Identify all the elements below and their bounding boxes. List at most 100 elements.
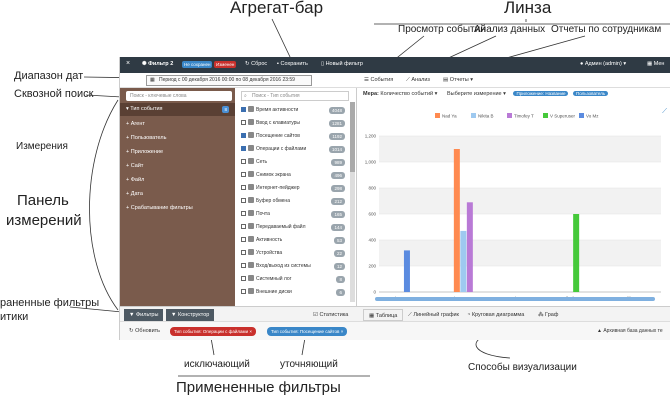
refresh-button[interactable]: ↻ Обновить (124, 326, 165, 336)
bar[interactable] (466, 202, 473, 292)
aggregate-search-input[interactable]: ⌕ Поиск - Тип события (241, 91, 349, 101)
vis-table[interactable]: ▦ Таблица (363, 309, 404, 321)
date-range-picker[interactable]: ▦ Период с 00 декабря 2016 00:00 по 08 д… (146, 75, 312, 86)
aggregate-checkbox[interactable] (241, 120, 246, 125)
aggregate-checkbox[interactable] (241, 107, 246, 112)
event-type-icon (248, 288, 254, 294)
vis-pie[interactable]: ◔ Круговая диаграмма (462, 309, 529, 321)
aggregate-scrollbar[interactable] (350, 102, 355, 302)
aggregate-checkbox[interactable] (241, 159, 246, 164)
aggregate-item[interactable]: Почта 165 (235, 208, 349, 221)
event-type-icon (248, 184, 254, 190)
archive-status: ▲ Архивная база данных те (597, 328, 663, 334)
dimension-item[interactable]: ▾ Тип события 8 (120, 103, 235, 116)
close-icon[interactable]: × (341, 329, 344, 334)
vis-graph[interactable]: ⁂ Граф (533, 309, 563, 321)
tab-analysis[interactable]: ⟋ Анализ (406, 77, 430, 84)
aggregate-item[interactable]: Операции с файлами 1014 (235, 143, 349, 156)
aggregate-item[interactable]: Посещение сайтов 1192 (235, 130, 349, 143)
dimension-item[interactable]: + Сайт (120, 160, 235, 173)
top-toolbar: × ✺ Фильтр 2 Не сохранен Изменен ↻ Сброс… (120, 57, 670, 73)
aggregate-checkbox[interactable] (241, 172, 246, 177)
tab-constructor[interactable]: ▼ Конструктор (166, 309, 215, 321)
new-filter-button[interactable]: ▯ Новый фильтр (321, 61, 363, 67)
aggregate-label: Системный лог (256, 276, 292, 282)
filter-chip-exclude[interactable]: Тип события: Операции с файлами × (170, 327, 257, 336)
aggregate-item[interactable]: Ввод с клавиатуры 1281 (235, 117, 349, 130)
user-menu[interactable]: ● Админ (admin) ▾ (580, 61, 626, 67)
aggregate-checkbox[interactable] (241, 185, 246, 190)
bar[interactable] (460, 230, 467, 292)
aggregate-count: 53 (333, 237, 345, 244)
aggregate-checkbox[interactable] (241, 263, 246, 268)
aggregate-item[interactable]: Системный лог 8 (235, 273, 349, 286)
event-type-icon (248, 223, 254, 229)
dimension-item[interactable]: + Приложение (120, 146, 235, 159)
close-icon[interactable]: × (249, 329, 252, 334)
bar[interactable] (573, 214, 580, 292)
dimension-item[interactable]: + Срабатывание фильтры (120, 202, 235, 215)
aggregate-checkbox[interactable] (241, 250, 246, 255)
search-input[interactable]: Поиск - ключевые слова (126, 91, 232, 101)
main-menu-button[interactable]: ▦ Мен (647, 61, 664, 67)
legend-swatch[interactable] (507, 113, 512, 118)
y-tick-label: 800 (368, 186, 376, 191)
dimension-select[interactable]: Выберите измерение ▾ (447, 91, 506, 97)
legend-label[interactable]: Vo Mz (586, 114, 599, 119)
grid-band (379, 188, 661, 214)
tab-reports[interactable]: ▤ Отчеты ▾ (443, 77, 473, 83)
aggregate-item[interactable]: Вход/выход из системы 12 (235, 260, 349, 273)
aggregate-item[interactable]: Внешние диски 6 (235, 286, 349, 299)
legend-label[interactable]: Nad Ya (442, 114, 457, 119)
aggregate-panel: ⌕ Поиск - Тип события Время активности 40… (235, 88, 357, 306)
aggregate-item[interactable]: Время активности 4048 (235, 104, 349, 117)
chip-app[interactable]: Приложение: Название (513, 91, 569, 96)
close-icon[interactable]: × (126, 60, 130, 67)
aggregate-checkbox[interactable] (241, 237, 246, 242)
aggregate-checkbox[interactable] (241, 276, 246, 281)
filter-chip-include[interactable]: Тип события: Посещение сайтов × (267, 327, 348, 336)
dimension-item[interactable]: + Файл (120, 174, 235, 187)
legend-label[interactable]: V Superuser (550, 114, 576, 119)
measure-row: Мера: Количество событий ▾ Выберите изме… (363, 91, 609, 97)
legend-swatch[interactable] (435, 113, 440, 118)
aggregate-checkbox[interactable] (241, 224, 246, 229)
aggregate-checkbox[interactable] (241, 198, 246, 203)
measure-select[interactable]: Количество событий ▾ (380, 91, 437, 97)
aggregate-item[interactable]: Передаваемый файл 144 (235, 221, 349, 234)
aggregate-item[interactable]: Устройства 22 (235, 247, 349, 260)
vis-line[interactable]: ⟋ Линейный график (403, 309, 464, 321)
horizontal-scrollbar[interactable] (375, 297, 655, 301)
scrollbar-thumb[interactable] (350, 102, 355, 172)
bar-chart: 0 200 400 600 800 1,000 1,200 Nad Ya Nikita B Tim… (365, 113, 661, 301)
filter-title[interactable]: ✺ Фильтр 2 (142, 61, 173, 67)
event-type-icon (248, 132, 254, 138)
statistics-toggle[interactable]: ☑ Статистика (308, 309, 353, 321)
legend-label[interactable]: Timofey T (514, 114, 534, 119)
dimension-item[interactable]: + Пользователь (120, 132, 235, 145)
legend-label[interactable]: Nikita B (478, 114, 494, 119)
y-tick-label: 600 (368, 212, 376, 217)
dimension-item[interactable]: + Дата (120, 188, 235, 201)
aggregate-item[interactable]: Снимок экрана 496 (235, 169, 349, 182)
legend-swatch[interactable] (543, 113, 548, 118)
legend-swatch[interactable] (471, 113, 476, 118)
legend-swatch[interactable] (579, 113, 584, 118)
aggregate-checkbox[interactable] (241, 211, 246, 216)
grid-icon: ▦ (647, 61, 654, 67)
save-button[interactable]: ▪ Сохранить (277, 61, 308, 67)
aggregate-item[interactable]: Сеть 989 (235, 156, 349, 169)
tab-filters[interactable]: ▼ Фильтры (124, 309, 164, 321)
bar[interactable] (453, 149, 460, 292)
aggregate-checkbox[interactable] (241, 146, 246, 151)
tab-events[interactable]: ☰ События (364, 77, 393, 83)
aggregate-item[interactable]: Интернет-пейджер 298 (235, 182, 349, 195)
aggregate-item[interactable]: Активность 53 (235, 234, 349, 247)
aggregate-checkbox[interactable] (241, 133, 246, 138)
dimension-item[interactable]: + Агент (120, 118, 235, 131)
aggregate-item[interactable]: Буфер обмена 212 (235, 195, 349, 208)
bar[interactable] (403, 250, 410, 292)
aggregate-checkbox[interactable] (241, 289, 246, 294)
reset-button[interactable]: ↻ Сброс (245, 61, 267, 67)
chip-user[interactable]: Пользователь (573, 91, 609, 96)
